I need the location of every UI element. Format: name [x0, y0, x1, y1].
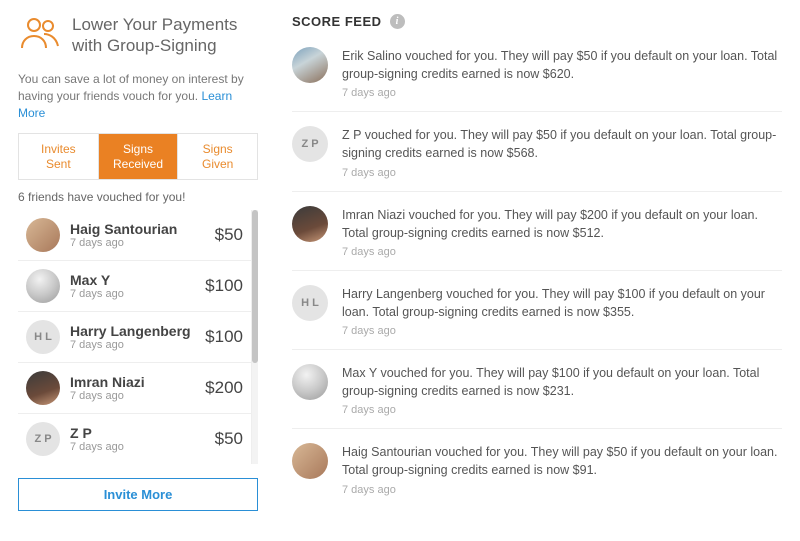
- friend-time: 7 days ago: [70, 237, 205, 249]
- list-item[interactable]: H L Harry Langenberg7 days ago $100: [18, 312, 251, 363]
- avatar: [292, 47, 328, 83]
- invite-more-button[interactable]: Invite More: [18, 478, 258, 511]
- scrollbar-thumb[interactable]: [252, 210, 258, 362]
- avatar: Z P: [292, 126, 328, 162]
- feed-time: 7 days ago: [342, 87, 782, 99]
- list-item[interactable]: Haig Santourian7 days ago $50: [18, 210, 251, 261]
- feed-text: Erik Salino vouched for you. They will p…: [342, 47, 782, 83]
- avatar: Z P: [26, 422, 60, 456]
- list-item[interactable]: Imran Niazi7 days ago $200: [18, 363, 251, 414]
- feed-time: 7 days ago: [342, 484, 782, 496]
- avatar: H L: [292, 285, 328, 321]
- tab-signs-given[interactable]: Signs Given: [177, 134, 257, 179]
- friends-list: Haig Santourian7 days ago$50Max Y7 days …: [18, 210, 252, 464]
- feed-item: Erik Salino vouched for you. They will p…: [292, 47, 782, 112]
- friend-name: Haig Santourian: [70, 221, 205, 237]
- group-icon: [18, 14, 62, 57]
- vouched-count: 6 friends have vouched for you!: [18, 190, 258, 204]
- avatar: [26, 269, 60, 303]
- list-item[interactable]: Max Y7 days ago $100: [18, 261, 251, 312]
- feed-title: SCORE FEED: [292, 14, 382, 29]
- tab-invites-sent[interactable]: Invites Sent: [19, 134, 98, 179]
- avatar: [26, 371, 60, 405]
- tab-signs-received[interactable]: Signs Received: [98, 134, 178, 179]
- sidebar-tabs: Invites Sent Signs Received Signs Given: [18, 133, 258, 180]
- friend-amount: $50: [215, 429, 243, 449]
- feed-item: Z P Z P vouched for you. They will pay $5…: [292, 126, 782, 191]
- friend-name: Harry Langenberg: [70, 323, 195, 339]
- friends-scrollbar[interactable]: [252, 210, 258, 464]
- feed-item: Haig Santourian vouched for you. They wi…: [292, 443, 782, 495]
- friend-amount: $200: [205, 378, 243, 398]
- feed-text: Max Y vouched for you. They will pay $10…: [342, 364, 782, 400]
- feed-text: Harry Langenberg vouched for you. They w…: [342, 285, 782, 321]
- friend-amount: $50: [215, 225, 243, 245]
- avatar: [26, 218, 60, 252]
- avatar: [292, 364, 328, 400]
- feed-item: H L Harry Langenberg vouched for you. The…: [292, 285, 782, 350]
- feed-time: 7 days ago: [342, 325, 782, 337]
- sidebar-intro: You can save a lot of money on interest …: [18, 71, 258, 121]
- avatar: [292, 443, 328, 479]
- friend-time: 7 days ago: [70, 441, 205, 453]
- feed-item: Max Y vouched for you. They will pay $10…: [292, 364, 782, 429]
- friend-amount: $100: [205, 327, 243, 347]
- feed-time: 7 days ago: [342, 167, 782, 179]
- sidebar-title: Lower Your Payments with Group-Signing: [72, 14, 258, 57]
- friend-name: Imran Niazi: [70, 374, 195, 390]
- friend-name: Max Y: [70, 272, 195, 288]
- info-icon[interactable]: i: [390, 14, 405, 29]
- feed-time: 7 days ago: [342, 404, 782, 416]
- feed-list: Erik Salino vouched for you. They will p…: [292, 47, 782, 496]
- friend-time: 7 days ago: [70, 339, 195, 351]
- feed-time: 7 days ago: [342, 246, 782, 258]
- feed-text: Haig Santourian vouched for you. They wi…: [342, 443, 782, 479]
- friend-name: Z P: [70, 425, 205, 441]
- feed-text: Z P vouched for you. They will pay $50 i…: [342, 126, 782, 162]
- feed-text: Imran Niazi vouched for you. They will p…: [342, 206, 782, 242]
- friend-time: 7 days ago: [70, 390, 195, 402]
- avatar: [292, 206, 328, 242]
- avatar: H L: [26, 320, 60, 354]
- feed-item: Imran Niazi vouched for you. They will p…: [292, 206, 782, 271]
- list-item[interactable]: Z PZ P7 days ago$50: [18, 414, 251, 464]
- friend-amount: $100: [205, 276, 243, 296]
- friend-time: 7 days ago: [70, 288, 195, 300]
